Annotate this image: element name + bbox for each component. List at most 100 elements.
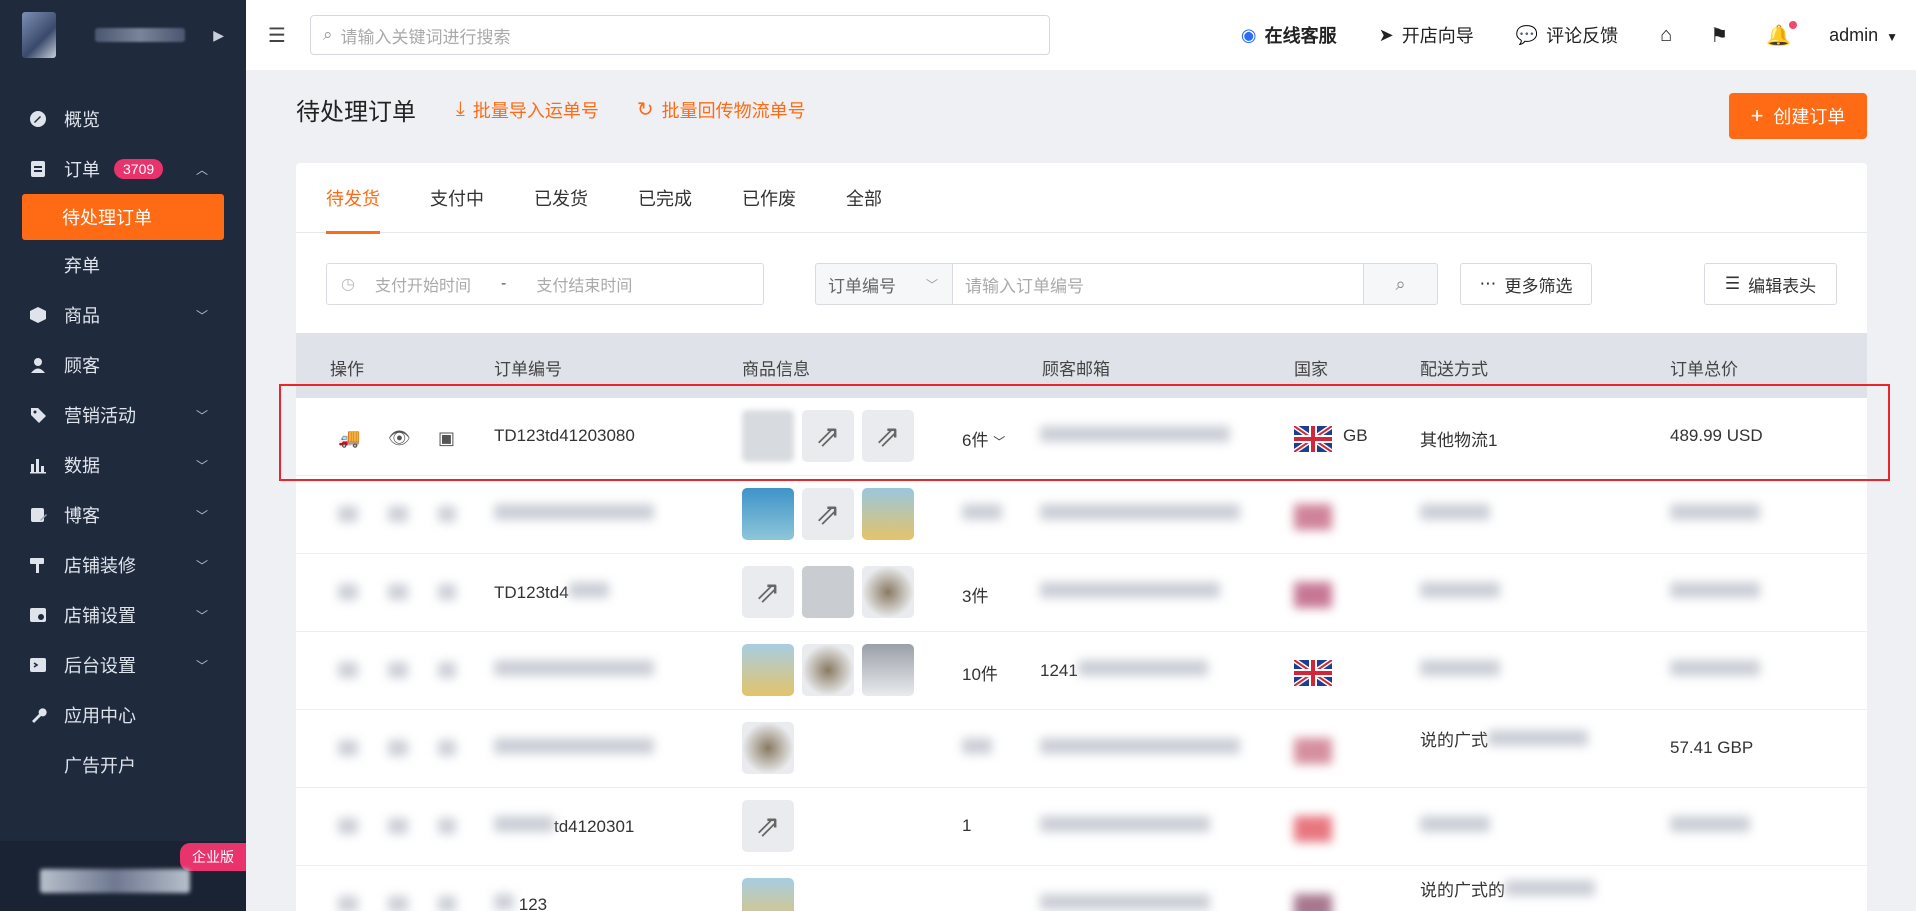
sidebar-item-data[interactable]: 数据 ﹀ [0, 440, 246, 490]
calendar-add-icon[interactable] [438, 506, 456, 527]
calendar-add-icon[interactable] [438, 896, 456, 911]
sidebar-item-admin-settings[interactable]: 后台设置 ﹀ [0, 640, 246, 690]
country-flag [1294, 738, 1332, 764]
eye-icon[interactable] [388, 818, 408, 839]
sidebar-item-overview[interactable]: 概览 [0, 94, 246, 144]
tab-all[interactable]: 全部 [846, 163, 882, 233]
country-flag [1294, 582, 1332, 608]
sidebar-item-products[interactable]: 商品 ﹀ [0, 290, 246, 340]
truck-icon[interactable] [338, 506, 358, 527]
item-quantity[interactable]: 3件 [962, 582, 988, 607]
bell-icon[interactable]: 🔔 [1766, 20, 1798, 48]
sidebar-item-abandoned[interactable]: 弃单 [0, 240, 246, 290]
item-quantity[interactable]: 10件 [962, 660, 998, 685]
edit-columns-button[interactable]: ☰ 编辑表头 [1704, 263, 1837, 305]
truck-icon[interactable]: 🚚 [338, 428, 360, 449]
table-row[interactable]: ⇗ [296, 476, 1867, 554]
order-id[interactable] [494, 660, 654, 681]
sync-tracking-button[interactable]: ↻ 批量回传物流单号 [637, 97, 806, 123]
feedback-link[interactable]: 💬 评论反馈 [1516, 22, 1618, 48]
calendar-add-icon[interactable] [438, 662, 456, 683]
sidebar-item-orders[interactable]: 订单 3709 ︿ [0, 144, 246, 194]
tab-shipped[interactable]: 已发货 [534, 163, 588, 233]
order-id[interactable]: TD123td41203080 [494, 426, 635, 446]
item-quantity-value: 1 [962, 816, 972, 835]
truck-icon[interactable] [338, 584, 358, 605]
table-row[interactable]: 🚚 👁 ▣ TD123td41203080 ⇗ ⇗ 6件 ﹀ GB 其他物流1 … [296, 398, 1867, 476]
order-id[interactable]: td4120301 [494, 816, 634, 837]
sidebar-item-ad-account[interactable]: 广告开户 [0, 740, 246, 790]
calendar-add-icon[interactable]: ▣ [438, 428, 455, 449]
online-service-link[interactable]: ◉ 在线客服 [1241, 22, 1337, 48]
order-id[interactable] [494, 738, 654, 759]
chevron-down-icon: ﹀ [195, 408, 208, 423]
flag-icon[interactable]: ⚑ [1710, 23, 1728, 48]
customer-email [1040, 894, 1210, 911]
truck-icon[interactable] [338, 740, 358, 761]
eye-icon[interactable] [388, 740, 408, 761]
item-quantity[interactable]: 6件 ﹀ [962, 426, 1005, 451]
truck-icon[interactable] [338, 818, 358, 839]
calendar-add-icon[interactable] [438, 584, 456, 605]
shipping-method: 说的广式的 [1420, 876, 1595, 901]
product-thumbnails [742, 644, 922, 696]
item-quantity[interactable] [962, 738, 992, 759]
table-row[interactable]: 123 说的广式的 [296, 866, 1867, 911]
payment-date-range[interactable]: ◷ 支付开始时间 - 支付结束时间 [326, 263, 764, 305]
eye-icon[interactable]: 👁 [388, 428, 411, 449]
order-id[interactable]: TD123td4 [494, 582, 609, 603]
store-switcher[interactable]: ▶ [0, 0, 246, 70]
search-field-select[interactable]: 订单编号 ﹀ [815, 263, 953, 305]
table-row[interactable]: td4120301 ⇗ 1 [296, 788, 1867, 866]
sidebar-item-label: 店铺设置 [64, 606, 136, 626]
user-menu[interactable]: admin ▼ [1829, 25, 1898, 46]
customer-email [1040, 738, 1240, 759]
order-id[interactable]: 123 [494, 894, 547, 911]
order-number-input[interactable]: 请输入订单编号 [952, 263, 1364, 305]
store-guide-label: 开店向导 [1401, 26, 1474, 46]
home-icon[interactable]: ⌂ [1660, 24, 1672, 47]
sidebar-item-store-settings[interactable]: 店铺设置 ﹀ [0, 590, 246, 640]
tab-paying[interactable]: 支付中 [430, 163, 484, 233]
table-row[interactable]: 10件 1241 [296, 632, 1867, 710]
eye-icon[interactable] [388, 896, 408, 911]
store-guide-link[interactable]: ➤ 开店向导 [1379, 22, 1474, 48]
eye-icon[interactable] [388, 584, 408, 605]
customer-email [1040, 426, 1230, 447]
order-id[interactable] [494, 504, 654, 525]
store-name [94, 28, 185, 42]
calendar-add-icon[interactable] [438, 740, 456, 761]
eye-icon[interactable] [388, 662, 408, 683]
more-filters-button[interactable]: ⋯ 更多筛选 [1460, 263, 1592, 305]
table-row[interactable]: 说的广式 57.41 GBP [296, 710, 1867, 788]
column-header-email: 顾客邮箱 [1042, 360, 1110, 379]
create-order-button[interactable]: + 创建订单 [1729, 93, 1867, 139]
table-header: 操作 订单编号 商品信息 顾客邮箱 国家 配送方式 订单总价 [296, 333, 1867, 398]
table-row[interactable]: TD123td4 ⇗ 3件 [296, 554, 1867, 632]
search-input[interactable]: ⌕ 请输入关键词进行搜索 [310, 15, 1050, 55]
eye-icon[interactable] [388, 506, 408, 527]
sidebar-item-app-center[interactable]: 应用中心 [0, 690, 246, 740]
sidebar-item-customers[interactable]: 顾客 [0, 340, 246, 390]
customer-email-value: 1241 [1040, 661, 1078, 680]
sidebar-item-decoration[interactable]: 店铺装修 ﹀ [0, 540, 246, 590]
tab-completed[interactable]: 已完成 [638, 163, 692, 233]
status-tabs: 待发货 支付中 已发货 已完成 已作废 全部 [296, 163, 1867, 234]
truck-icon[interactable] [338, 896, 358, 911]
tab-voided[interactable]: 已作废 [742, 163, 796, 233]
product-thumbnails: ⇗ [742, 566, 922, 618]
item-quantity[interactable] [962, 504, 1002, 525]
sidebar-item-blog[interactable]: 博客 ﹀ [0, 490, 246, 540]
sync-tracking-label: 批量回传物流单号 [661, 100, 806, 121]
menu-toggle-icon[interactable]: ☰ [268, 23, 288, 48]
sidebar-item-marketing[interactable]: 营销活动 ﹀ [0, 390, 246, 440]
order-id-value: 123 [518, 895, 548, 911]
order-search-button[interactable]: ⌕ [1363, 263, 1438, 305]
import-tracking-button[interactable]: ⤓ 批量导入运单号 [456, 97, 599, 123]
calendar-add-icon[interactable] [438, 818, 456, 839]
item-quantity[interactable]: 1 [962, 816, 971, 836]
truck-icon[interactable] [338, 662, 358, 683]
sidebar-item-pending-orders[interactable]: 待处理订单 [22, 194, 224, 240]
tab-awaiting-shipment[interactable]: 待发货 [326, 163, 380, 234]
order-total: 489.99 USD [1670, 426, 1763, 445]
